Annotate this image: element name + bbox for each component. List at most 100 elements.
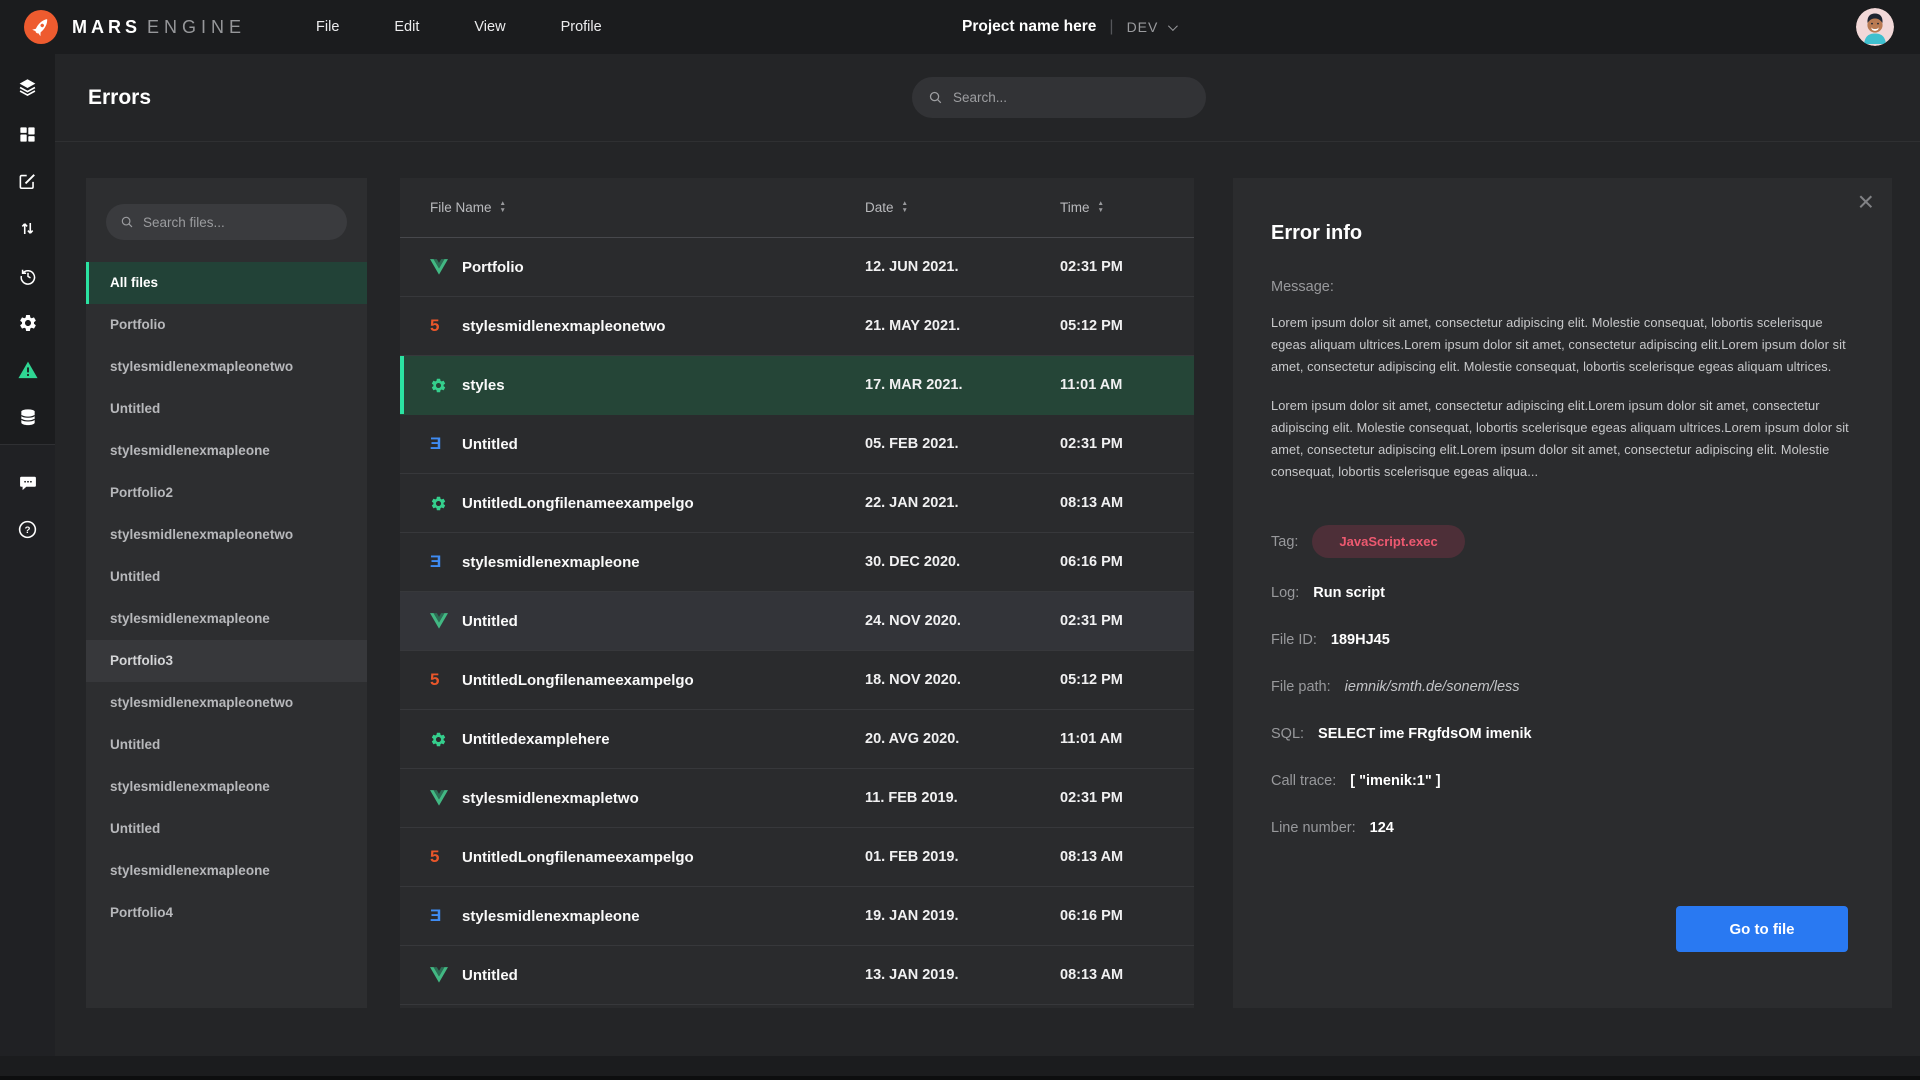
file-list-item[interactable]: Portfolio4 <box>86 892 367 934</box>
error-fields: Tag:JavaScript.execLog:Run scriptFile ID… <box>1271 525 1854 840</box>
table-row[interactable]: Untitledexamplehere20. AVG 2020.11:01 AM <box>400 710 1194 769</box>
database-icon[interactable] <box>0 393 55 440</box>
menu-view[interactable]: View <box>474 19 505 35</box>
topbar-menus: File Edit View Profile <box>316 19 602 35</box>
file-list-item[interactable]: Untitled <box>86 808 367 850</box>
error-field: SQL:SELECT ime FRgfdsOM imenik <box>1271 722 1854 746</box>
project-selector[interactable]: Project name here | DEV <box>962 0 1175 54</box>
gear-icon <box>430 495 447 512</box>
file-list-item[interactable]: Untitled <box>86 556 367 598</box>
menu-edit[interactable]: Edit <box>394 19 419 35</box>
cell-date: 21. MAY 2021. <box>865 318 1060 334</box>
file-list-item[interactable]: stylesmidlenexmapleone <box>86 598 367 640</box>
table-row[interactable]: Ǝstylesmidlenexmapleone30. DEC 2020.06:1… <box>400 533 1194 592</box>
file-type-icon-cell <box>430 967 462 983</box>
history-icon[interactable] <box>0 252 55 299</box>
search-input[interactable] <box>953 90 1206 105</box>
cell-file-name: UntitledLongfilenameexampelgo <box>462 495 865 512</box>
table-row[interactable]: stylesmidlenexmapletwo11. FEB 2019.02:31… <box>400 769 1194 828</box>
table-row[interactable]: UntitledLongfilenameexampelgo22. JAN 202… <box>400 474 1194 533</box>
file-list-item[interactable]: Portfolio <box>86 304 367 346</box>
file-list-item[interactable]: stylesmidlenexmapleonetwo <box>86 682 367 724</box>
close-icon[interactable]: × <box>1858 188 1874 216</box>
vue-icon <box>430 613 448 629</box>
file-type-icon-cell <box>430 731 462 748</box>
help-icon[interactable]: ? <box>0 506 55 553</box>
error-field: Call trace:[ "imenik:1" ] <box>1271 769 1854 793</box>
settings-gear-icon[interactable] <box>0 299 55 346</box>
file-search[interactable] <box>106 204 347 240</box>
cell-date: 18. NOV 2020. <box>865 672 1060 688</box>
cell-time: 08:13 AM <box>1060 495 1194 511</box>
file-list-item[interactable]: All files <box>86 262 367 304</box>
file-list-item[interactable]: stylesmidlenexmapleone <box>86 850 367 892</box>
user-avatar[interactable] <box>1856 8 1894 46</box>
table-row[interactable]: Untitled13. JAN 2019.08:13 AM <box>400 946 1194 1005</box>
cell-file-name: stylesmidlenexmapleone <box>462 554 865 571</box>
environment-label: DEV <box>1127 19 1159 35</box>
file-sidebar: All filesPortfoliostylesmidlenexmapleone… <box>86 178 367 1008</box>
menu-file[interactable]: File <box>316 19 339 35</box>
file-list-item[interactable]: stylesmidlenexmapleonetwo <box>86 514 367 556</box>
mars-engine-logo-icon <box>24 10 58 44</box>
file-type-icon-cell: 5 <box>430 670 462 690</box>
field-label: SQL: <box>1271 726 1304 742</box>
sort-icon: ▲▼ <box>1098 201 1104 215</box>
message-label: Message: <box>1271 279 1854 295</box>
layers-icon[interactable] <box>0 64 55 111</box>
sort-icon: ▲▼ <box>500 201 506 215</box>
file-type-icon-cell: Ǝ <box>430 552 462 572</box>
table-row[interactable]: Ǝstylesmidlenexmapleone19. JAN 2019.06:1… <box>400 887 1194 946</box>
global-search[interactable] <box>912 77 1206 118</box>
file-type-icon-cell: Ǝ <box>430 906 462 926</box>
file-list-item[interactable]: stylesmidlenexmapleonetwo <box>86 346 367 388</box>
html5-icon: 5 <box>430 847 439 867</box>
compose-icon[interactable] <box>0 158 55 205</box>
css3-icon: Ǝ <box>430 552 441 572</box>
column-file-name[interactable]: File Name ▲▼ <box>430 200 865 215</box>
file-list-item[interactable]: stylesmidlenexmapleone <box>86 766 367 808</box>
table-row[interactable]: ƎUntitled05. FEB 2021.02:31 PM <box>400 415 1194 474</box>
rail-top-group <box>0 54 55 440</box>
field-label: Line number: <box>1271 820 1356 836</box>
cell-time: 02:31 PM <box>1060 613 1194 629</box>
go-to-file-button[interactable]: Go to file <box>1676 906 1848 952</box>
field-label: Tag: <box>1271 534 1298 550</box>
table-row[interactable]: 5UntitledLongfilenameexampelgo18. NOV 20… <box>400 651 1194 710</box>
chat-icon[interactable] <box>0 459 55 506</box>
menu-profile[interactable]: Profile <box>561 19 602 35</box>
file-list-item[interactable]: Portfolio2 <box>86 472 367 514</box>
errors-warning-icon[interactable] <box>0 346 55 393</box>
table-row[interactable]: 5stylesmidlenexmapleonetwo21. MAY 2021.0… <box>400 297 1194 356</box>
error-info-title: Error info <box>1271 222 1854 245</box>
file-list-item[interactable]: Untitled <box>86 724 367 766</box>
column-date[interactable]: Date ▲▼ <box>865 200 1060 215</box>
file-type-icon-cell <box>430 495 462 512</box>
sort-icon: ▲▼ <box>902 201 908 215</box>
file-list-item[interactable]: Untitled <box>86 388 367 430</box>
sort-arrows-icon[interactable] <box>0 205 55 252</box>
dashboard-icon[interactable] <box>0 111 55 158</box>
table-row[interactable]: 5UntitledLongfilenameexampelgo01. FEB 20… <box>400 828 1194 887</box>
gear-icon <box>430 731 447 748</box>
field-label: Call trace: <box>1271 773 1336 789</box>
html5-icon: 5 <box>430 670 439 690</box>
tag-badge[interactable]: JavaScript.exec <box>1312 525 1464 558</box>
table-row[interactable]: Untitled24. NOV 2020.02:31 PM <box>400 592 1194 651</box>
column-time[interactable]: Time ▲▼ <box>1060 200 1194 215</box>
field-label: File path: <box>1271 679 1331 695</box>
cell-time: 06:16 PM <box>1060 908 1194 924</box>
cell-file-name: Untitled <box>462 967 865 984</box>
file-list-item[interactable]: Portfolio3 <box>86 640 367 682</box>
table-row[interactable]: styles17. MAR 2021.11:01 AM <box>400 356 1194 415</box>
file-type-icon-cell: Ǝ <box>430 434 462 454</box>
rail-bottom-group: ? <box>0 445 55 1080</box>
file-search-input[interactable] <box>143 215 347 230</box>
table-row[interactable]: Portfolio12. JUN 2021.02:31 PM <box>400 238 1194 297</box>
file-list-item[interactable]: stylesmidlenexmapleone <box>86 430 367 472</box>
table-header: File Name ▲▼ Date ▲▼ Time ▲▼ <box>400 178 1194 238</box>
brand-name: MARS ENGINE <box>72 17 246 38</box>
search-icon <box>120 215 134 229</box>
page-title: Errors <box>88 86 151 110</box>
file-list: All filesPortfoliostylesmidlenexmapleone… <box>86 262 367 934</box>
